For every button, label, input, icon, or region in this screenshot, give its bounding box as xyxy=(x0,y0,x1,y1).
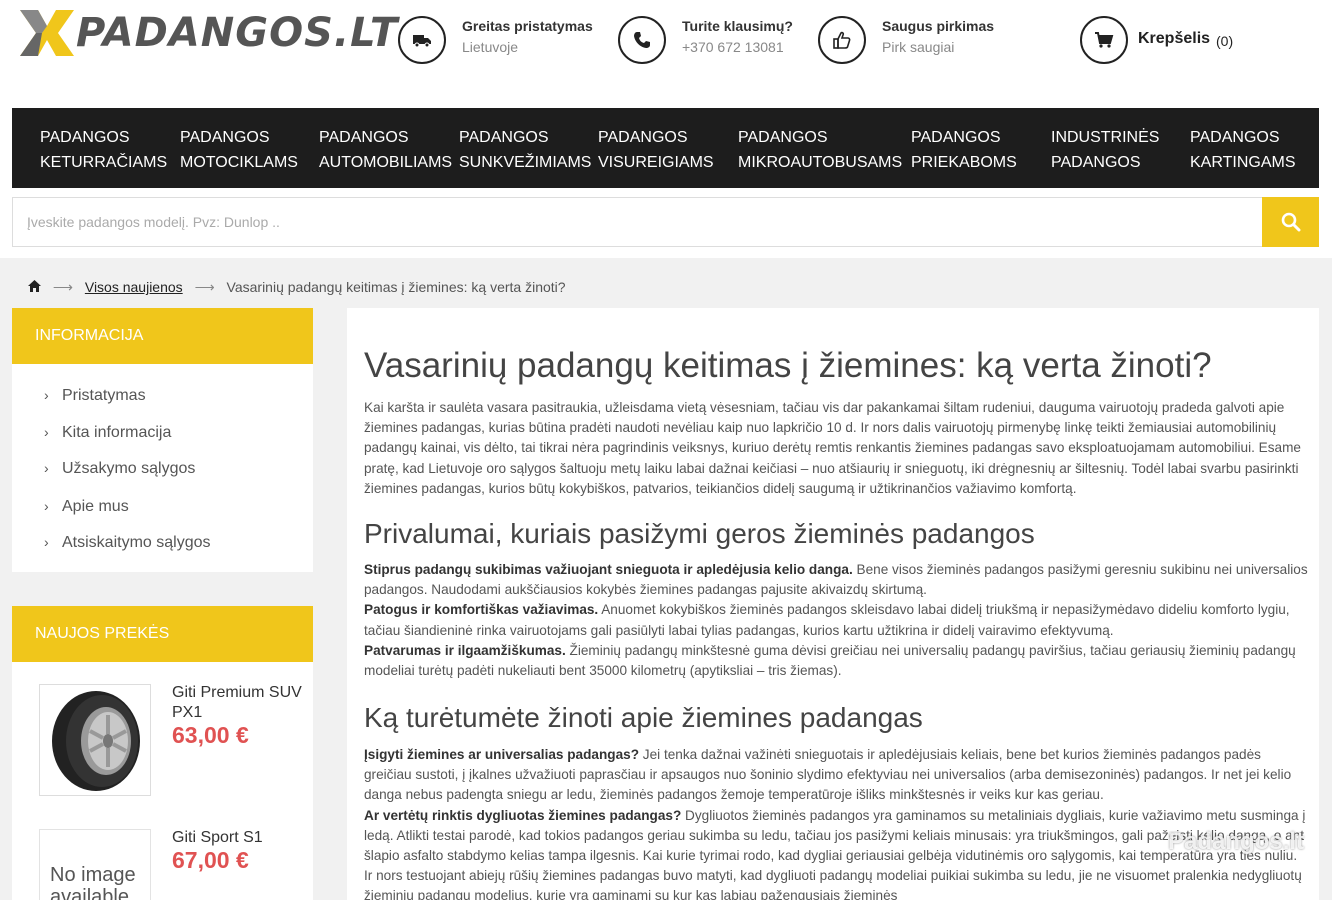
nav-item-priekaboms[interactable]: PADANGOS PRIEKABOMS xyxy=(911,125,1017,175)
product-name[interactable]: Giti Premium SUV PX1 xyxy=(172,683,302,723)
site-header: PADANGOS.LT Greitas pristatymas Lietuvoj… xyxy=(0,0,1332,100)
breadcrumb-arrow-icon: ⟶ xyxy=(52,278,73,295)
breadcrumb-current: Vasarinių padangų keitimas į žiemines: k… xyxy=(226,279,566,296)
breadcrumb: ⟶ Visos naujienos ⟶ Vasarinių padangų ke… xyxy=(28,278,566,296)
chevron-right-icon: › xyxy=(44,498,49,514)
product-image[interactable] xyxy=(39,684,151,796)
section-heading: Privalumai, kuriais pasižymi geros žiemi… xyxy=(364,518,1035,549)
search-button[interactable] xyxy=(1262,197,1319,247)
truck-icon xyxy=(398,16,446,64)
header-info-title: Turite klausimų? xyxy=(682,18,793,34)
article-paragraph: Stiprus padangų sukibimas važiuojant sni… xyxy=(364,562,1308,679)
nav-item-industrines[interactable]: INDUSTRINĖS PADANGOS xyxy=(1051,125,1159,175)
logo-text: PADANGOS.LT xyxy=(76,10,399,56)
search-icon xyxy=(1281,212,1300,232)
search-input[interactable] xyxy=(13,198,1263,246)
cart-label: Krepšelis xyxy=(1138,30,1211,47)
breadcrumb-link-news[interactable]: Visos naujienos xyxy=(85,279,183,295)
nav-item-motociklams[interactable]: PADANGOS MOTOCIKLAMS xyxy=(180,125,298,175)
search-bar xyxy=(12,197,1319,247)
sidebar-new-title: NAUJOS PREKĖS xyxy=(12,606,313,662)
header-info-title: Saugus pirkimas xyxy=(882,18,995,34)
header-info-subtitle: +370 672 13081 xyxy=(682,39,784,55)
watermark: Padangos.lt xyxy=(1168,828,1305,855)
article: Vasarinių padangų keitimas į žiemines: k… xyxy=(347,308,1319,900)
site-logo[interactable]: PADANGOS.LT xyxy=(18,2,397,64)
sidebar-item-uzsakymo-salygos[interactable]: › Užsakymo sąlygos xyxy=(44,460,195,478)
sidebar-info-title: INFORMACIJA xyxy=(12,308,313,364)
sidebar-item-kita-informacija[interactable]: › Kita informacija xyxy=(44,424,171,442)
sidebar-item-apie-mus[interactable]: › Apie mus xyxy=(44,498,129,516)
nav-item-kartingams[interactable]: PADANGOS KARTINGAMS xyxy=(1190,125,1296,175)
nav-item-keturraciams[interactable]: PADANGOS KETURRAČIAMS xyxy=(40,125,167,175)
home-icon[interactable] xyxy=(28,279,41,295)
header-info-title: Greitas pristatymas xyxy=(462,18,593,34)
product-image-placeholder[interactable]: No image available xyxy=(39,829,151,900)
main-nav: PADANGOS KETURRAČIAMS PADANGOS MOTOCIKLAMS… xyxy=(12,108,1319,188)
chevron-right-icon: › xyxy=(44,460,49,476)
product-price: 67,00 € xyxy=(172,847,249,873)
thumbs-up-icon xyxy=(818,16,866,64)
page-title: Vasarinių padangų keitimas į žiemines: k… xyxy=(364,346,1212,385)
article-paragraph: Įsigyti žiemines ar universalias padanga… xyxy=(364,747,1306,900)
nav-item-automobiliams[interactable]: PADANGOS AUTOMOBILIAMS xyxy=(319,125,452,175)
product-price: 63,00 € xyxy=(172,722,249,748)
cart-count: (0) xyxy=(1216,33,1234,49)
sidebar-item-atsiskaitymo-salygos[interactable]: › Atsiskaitymo sąlygos xyxy=(44,534,211,552)
article-intro: Kai karšta ir saulėta vasara pasitraukia… xyxy=(364,400,1301,496)
sidebar-item-pristatymas[interactable]: › Pristatymas xyxy=(44,387,146,405)
header-info-subtitle: Pirk saugiai xyxy=(882,39,955,55)
nav-item-visureigiams[interactable]: PADANGOS VISUREIGIAMS xyxy=(598,125,714,175)
nav-item-mikroautobusams[interactable]: PADANGOS MIKROAUTOBUSAMS xyxy=(738,125,902,175)
sidebar-new-products-box: NAUJOS PREKĖS Giti Premium SUV PX1 63,00… xyxy=(12,606,313,900)
product-name[interactable]: Giti Sport S1 xyxy=(172,828,302,848)
nav-item-sunkvezimiams[interactable]: PADANGOS SUNKVEŽIMIAMS xyxy=(459,125,591,175)
breadcrumb-arrow-icon: ⟶ xyxy=(194,278,215,295)
cart-icon xyxy=(1080,16,1128,64)
section-heading: Ką turėtumėte žinoti apie žiemines padan… xyxy=(364,702,923,733)
header-info-subtitle: Lietuvoje xyxy=(462,39,519,55)
chevron-right-icon: › xyxy=(44,387,49,403)
logo-x-icon xyxy=(20,10,74,56)
chevron-right-icon: › xyxy=(44,424,49,440)
chevron-right-icon: › xyxy=(44,534,49,550)
phone-icon xyxy=(618,16,666,64)
sidebar-info-box: INFORMACIJA › Pristatymas › Kita informaci… xyxy=(12,308,313,572)
